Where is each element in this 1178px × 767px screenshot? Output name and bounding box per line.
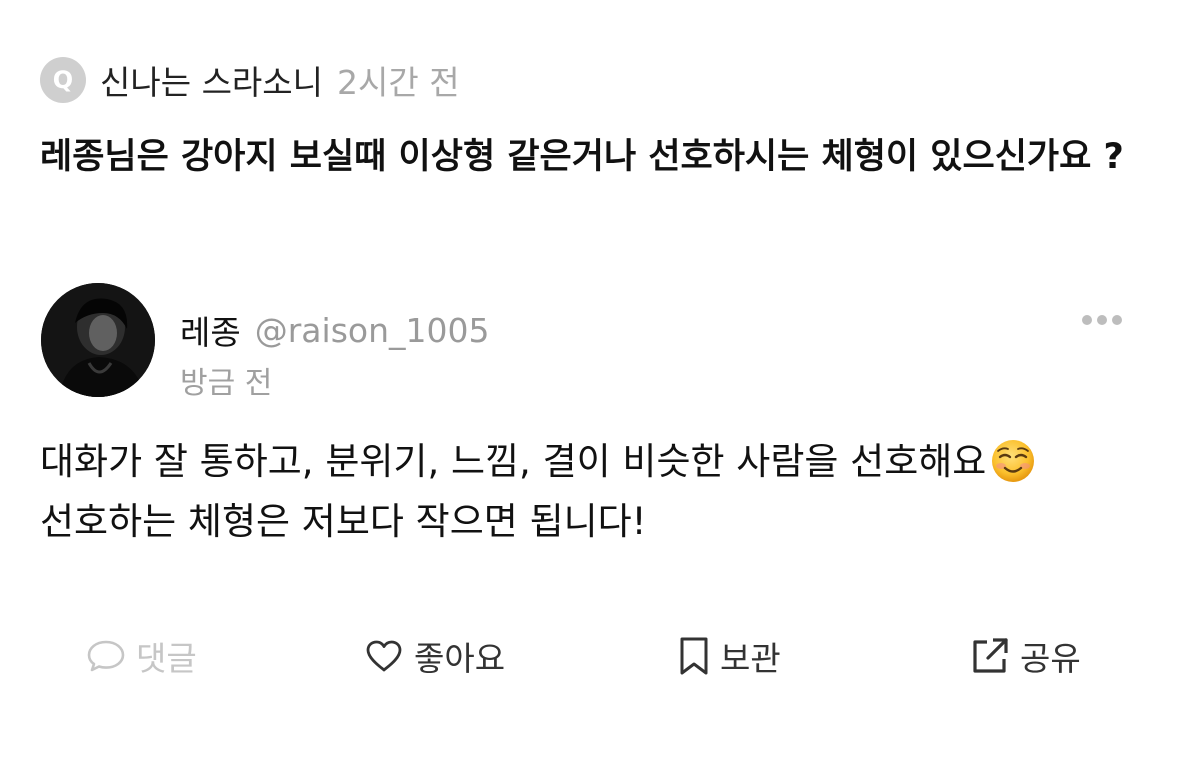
- more-dot-icon: [1082, 315, 1092, 325]
- smiling-face-icon: [992, 439, 1035, 482]
- answer-line: 대화가 잘 통하고, 분위기, 느낌, 결이 비슷한 사람을 선호해요: [40, 432, 1140, 492]
- share-label: 공유: [1020, 639, 1081, 678]
- answer-timestamp: 방금 전: [180, 366, 273, 401]
- more-dot-icon: [1097, 315, 1107, 325]
- heart-icon: [366, 640, 402, 672]
- avatar-image-icon: [41, 283, 155, 397]
- author-handle[interactable]: @raison_1005: [255, 311, 490, 350]
- like-button[interactable]: 좋아요: [364, 628, 505, 684]
- comment-label: 댓글: [136, 639, 197, 678]
- like-label: 좋아요: [414, 639, 506, 678]
- share-external-icon: [973, 638, 1008, 673]
- answer-line-text: 선호하는 체형은 저보다 작으면 됩니다!: [40, 500, 647, 543]
- save-label: 보관: [720, 639, 781, 678]
- author-name[interactable]: 레종: [180, 306, 241, 354]
- asker-timestamp: 2시간 전: [337, 63, 460, 102]
- more-options-button[interactable]: [1074, 300, 1130, 340]
- save-button[interactable]: 보관: [678, 628, 781, 684]
- asker-header: Q 신나는 스라소니 2시간 전: [40, 52, 460, 108]
- question-badge-icon: Q: [40, 57, 86, 103]
- comment-button[interactable]: 댓글: [86, 628, 197, 684]
- comment-bubble-icon: [87, 640, 125, 672]
- answer-line-text: 대화가 잘 통하고, 분위기, 느낌, 결이 비슷한 사람을 선호해요: [40, 440, 987, 483]
- action-bar: 댓글 좋아요 보관 공유: [0, 628, 1178, 684]
- bookmark-icon: [680, 637, 708, 675]
- share-button[interactable]: 공유: [970, 628, 1081, 684]
- answer-text: 대화가 잘 통하고, 분위기, 느낌, 결이 비슷한 사람을 선호해요 선호하는…: [40, 432, 1140, 552]
- asker-name[interactable]: 신나는 스라소니: [100, 56, 323, 104]
- avatar[interactable]: [41, 283, 155, 397]
- question-text: 레종님은 강아지 보실때 이상형 같은거나 선호하시는 체형이 있으신가요 ?: [40, 137, 1124, 177]
- more-dot-icon: [1112, 315, 1122, 325]
- answer-author: 레종 @raison_1005: [180, 302, 489, 358]
